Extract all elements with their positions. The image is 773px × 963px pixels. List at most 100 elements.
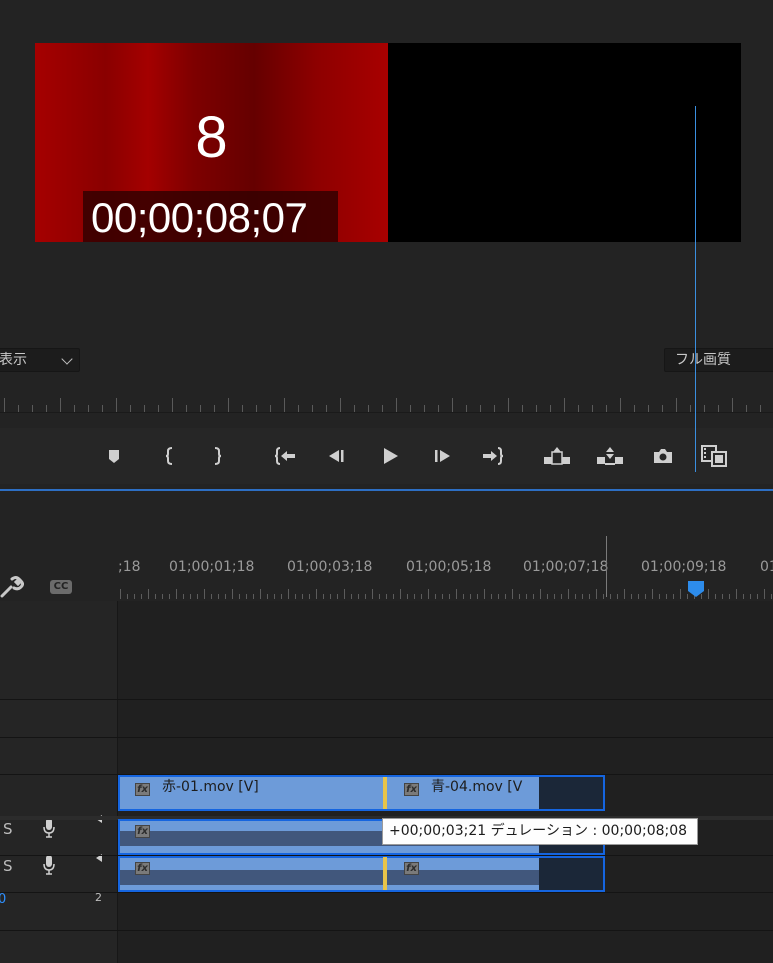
ruler-label: 01;00;01;18 xyxy=(169,559,255,575)
duration-tooltip: +00;00;03;21 デュレーション : 00;00;08;08 xyxy=(382,818,698,845)
a1-solo-label[interactable]: S xyxy=(3,820,13,838)
ruler-tick xyxy=(736,589,737,599)
ruler-tick xyxy=(400,589,401,599)
frame-number-overlay: 8 xyxy=(195,105,228,170)
ruler-tick xyxy=(704,405,705,412)
ruler-tick xyxy=(463,594,464,599)
play-button[interactable] xyxy=(375,442,405,470)
edit-point[interactable] xyxy=(383,857,387,890)
ruler-tick xyxy=(116,398,117,412)
ruler-tick xyxy=(183,594,184,599)
mark-in-button[interactable] xyxy=(155,442,185,470)
ruler-tick xyxy=(379,594,380,599)
ruler-tick xyxy=(351,594,352,599)
ruler-tick xyxy=(120,589,121,599)
ruler-tick xyxy=(484,589,485,599)
ruler-tick xyxy=(344,589,345,599)
track-headers: S S 0 2 xyxy=(0,601,118,963)
fx-badge: fx xyxy=(135,783,150,796)
mark-out-icon xyxy=(214,447,222,465)
ruler-tick xyxy=(354,405,355,412)
ruler-tick xyxy=(246,594,247,599)
edit-point[interactable] xyxy=(383,777,387,809)
extract-button[interactable] xyxy=(595,442,625,470)
go-to-in-button[interactable] xyxy=(270,442,300,470)
video-preview[interactable]: 8 00;00;08;07 xyxy=(35,43,741,242)
a2-solo-label[interactable]: S xyxy=(3,857,13,875)
ruler-tick xyxy=(596,589,597,599)
ruler-tick xyxy=(708,589,709,599)
ruler-tick xyxy=(554,594,555,599)
ruler-tick xyxy=(575,594,576,599)
ruler-tick xyxy=(60,398,61,412)
ruler-tick xyxy=(141,594,142,599)
resolution-dropdown[interactable]: フル画質 xyxy=(664,348,773,372)
captions-icon[interactable]: CC xyxy=(50,580,72,594)
step-forward-button[interactable] xyxy=(427,442,457,470)
monitor-time-ruler[interactable] xyxy=(0,396,773,412)
ruler-tick xyxy=(617,594,618,599)
mix-value[interactable]: 0 xyxy=(0,892,6,907)
mark-in-icon xyxy=(165,447,173,465)
ruler-tick xyxy=(410,405,411,412)
audio-clip-a2[interactable]: fx fx xyxy=(118,856,605,892)
wrench-icon[interactable] xyxy=(0,575,24,599)
ruler-tick xyxy=(582,594,583,599)
ruler-tick xyxy=(32,405,33,412)
ruler-tick xyxy=(452,398,453,412)
ruler-tick xyxy=(144,405,145,412)
lift-button[interactable] xyxy=(542,442,572,470)
timeline-ruler[interactable] xyxy=(118,587,773,599)
fx-badge: fx xyxy=(135,825,150,838)
video-clip-group[interactable]: fx 赤-01.mov [V] fx 青-04.mov [V xyxy=(118,775,605,811)
step-back-button[interactable] xyxy=(321,442,351,470)
playhead-handle[interactable] xyxy=(688,581,704,597)
ruler-tick xyxy=(540,589,541,599)
microphone-icon[interactable] xyxy=(42,854,56,876)
mark-out-button[interactable] xyxy=(202,442,232,470)
ruler-tick xyxy=(470,594,471,599)
resolution-dropdown-value: フル画質 xyxy=(675,352,731,368)
microphone-icon[interactable] xyxy=(42,817,56,839)
ruler-tick xyxy=(466,405,467,412)
ruler-tick xyxy=(757,594,758,599)
comparison-view-button[interactable] xyxy=(700,442,730,470)
ruler-tick xyxy=(386,594,387,599)
ruler-tick xyxy=(729,594,730,599)
ruler-tick xyxy=(480,405,481,412)
ruler-tick xyxy=(200,405,201,412)
track-divider xyxy=(0,892,773,893)
extract-icon xyxy=(597,447,623,465)
ruler-tick xyxy=(722,594,723,599)
ruler-tick xyxy=(407,594,408,599)
export-frame-button[interactable] xyxy=(648,442,678,470)
ruler-tick xyxy=(442,594,443,599)
ruler-tick xyxy=(638,594,639,599)
ruler-tick xyxy=(158,405,159,412)
ruler-tick xyxy=(746,405,747,412)
playhead-line[interactable] xyxy=(695,106,696,472)
ruler-tick xyxy=(645,594,646,599)
clip-name: 青-04.mov [V xyxy=(431,779,523,795)
ruler-tick xyxy=(505,594,506,599)
ruler-tick xyxy=(162,594,163,599)
ruler-tick xyxy=(771,594,772,599)
ruler-tick xyxy=(561,594,562,599)
go-to-out-button[interactable] xyxy=(478,442,508,470)
ruler-tick xyxy=(228,398,229,412)
ruler-tick xyxy=(732,398,733,412)
go-to-in-icon xyxy=(274,447,295,465)
ruler-tick xyxy=(256,405,257,412)
ruler-tick xyxy=(396,398,397,412)
ruler-tick xyxy=(498,594,499,599)
program-monitor: 8 00;00;08;07 表示 フル画質 xyxy=(0,0,773,490)
ruler-tick xyxy=(176,589,177,599)
add-marker-button[interactable] xyxy=(99,442,129,470)
ruler-tick xyxy=(46,405,47,412)
ruler-tick xyxy=(326,405,327,412)
view-dropdown[interactable]: 表示 xyxy=(0,348,80,372)
fx-badge: fx xyxy=(404,783,419,796)
ruler-tick xyxy=(204,589,205,599)
ruler-tick xyxy=(74,405,75,412)
ruler-label: 01 xyxy=(760,559,773,575)
